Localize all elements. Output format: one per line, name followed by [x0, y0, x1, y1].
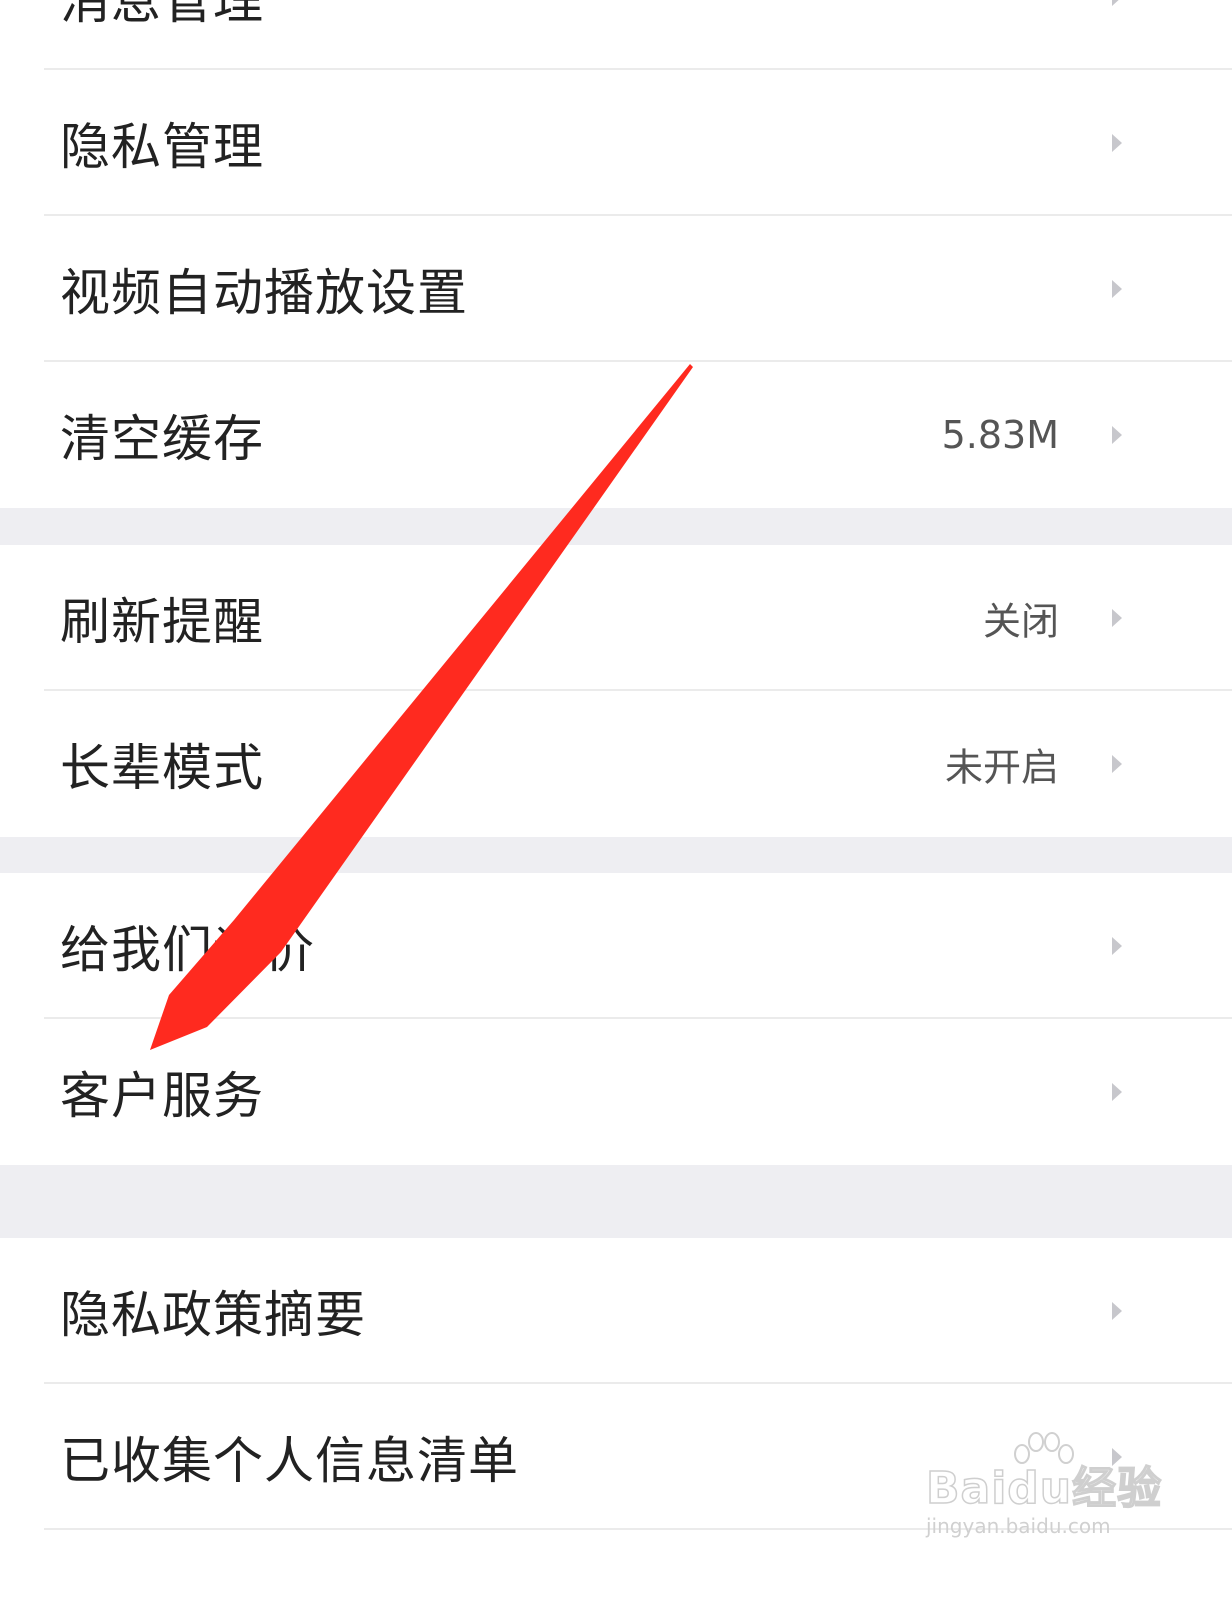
chevron-right-icon	[1112, 1083, 1122, 1101]
settings-row-rate-us[interactable]: 给我们评价	[0, 873, 1232, 1019]
settings-row-video-autoplay[interactable]: 视频自动播放设置	[0, 216, 1232, 362]
refresh-reminder-value: 关闭	[982, 599, 1059, 644]
row-label: 长辈模式	[60, 739, 264, 797]
section-gap	[0, 1165, 1232, 1238]
settings-row-privacy-policy-summary[interactable]: 隐私政策摘要	[0, 1238, 1232, 1384]
chevron-right-icon	[1112, 755, 1122, 773]
settings-row-refresh-reminder[interactable]: 刷新提醒 关闭	[0, 545, 1232, 691]
row-label: 客户服务	[60, 1067, 264, 1125]
row-label: 消息管理	[60, 0, 264, 30]
settings-row-clear-cache[interactable]: 清空缓存 5.83M	[0, 362, 1232, 508]
section-gap	[0, 837, 1232, 873]
cache-size-value: 5.83M	[941, 413, 1059, 457]
chevron-right-icon	[1112, 937, 1122, 955]
chevron-right-icon	[1112, 609, 1122, 627]
row-label: 视频自动播放设置	[60, 264, 468, 322]
chevron-right-icon	[1112, 280, 1122, 298]
chevron-right-icon	[1112, 426, 1122, 444]
row-label: 刷新提醒	[60, 593, 264, 651]
chevron-right-icon	[1112, 1448, 1122, 1466]
chevron-right-icon	[1112, 0, 1119, 6]
settings-row-collected-personal-info[interactable]: 已收集个人信息清单	[0, 1384, 1232, 1530]
settings-row-customer-service[interactable]: 客户服务	[0, 1019, 1232, 1165]
row-label: 给我们评价	[60, 921, 315, 979]
chevron-right-icon	[1112, 134, 1122, 152]
chevron-right-icon	[1112, 1302, 1122, 1320]
row-label: 隐私政策摘要	[60, 1286, 366, 1344]
settings-row-message-management[interactable]: 消息管理	[0, 0, 1232, 70]
settings-screen: 消息管理 隐私管理 视频自动播放设置 清空缓存 5.83M 刷新提醒 关闭 长辈…	[0, 0, 1232, 1600]
row-label: 清空缓存	[60, 410, 264, 468]
row-divider	[44, 1528, 1232, 1530]
elder-mode-value: 未开启	[944, 745, 1059, 790]
section-gap	[0, 508, 1232, 545]
row-label: 已收集个人信息清单	[60, 1432, 519, 1490]
settings-row-privacy-management[interactable]: 隐私管理	[0, 70, 1232, 216]
row-label: 隐私管理	[60, 118, 264, 176]
settings-row-elder-mode[interactable]: 长辈模式 未开启	[0, 691, 1232, 837]
